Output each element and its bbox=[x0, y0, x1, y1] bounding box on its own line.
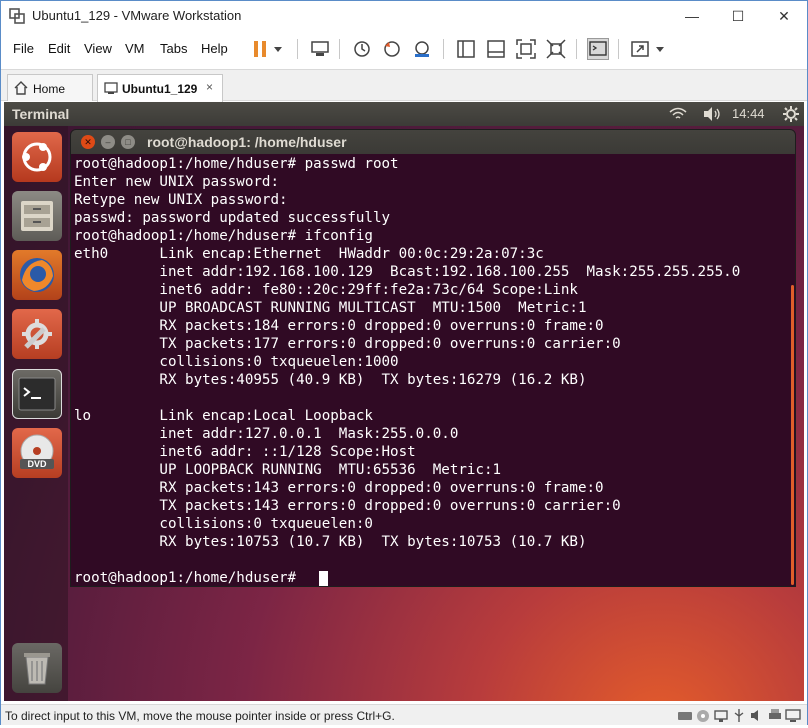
unity-icon[interactable] bbox=[545, 38, 567, 60]
console-view-icon[interactable] bbox=[455, 38, 477, 60]
close-icon[interactable]: ✕ bbox=[81, 135, 95, 149]
menu-file[interactable]: File bbox=[13, 41, 34, 56]
ubuntu-dash-icon[interactable] bbox=[12, 132, 62, 182]
terminal-line: inet addr:192.168.100.129 Bcast:192.168.… bbox=[74, 264, 741, 280]
terminal-titlebar[interactable]: ✕ – □ root@hadoop1: /home/hduser bbox=[71, 130, 795, 154]
menu-view[interactable]: View bbox=[84, 41, 112, 56]
terminal-line: TX packets:143 errors:0 dropped:0 overru… bbox=[74, 498, 621, 514]
cdrom-icon[interactable] bbox=[695, 708, 711, 723]
terminal-icon[interactable] bbox=[12, 369, 62, 419]
terminal-line: UP LOOPBACK RUNNING MTU:65536 Metric:1 bbox=[74, 462, 502, 478]
vmware-window: Ubuntu1_129 - VMware Workstation — ☐ ✕ F… bbox=[0, 0, 808, 725]
terminal-line: collisions:0 txqueuelen:0 bbox=[74, 516, 373, 532]
terminal-line: RX packets:143 errors:0 dropped:0 overru… bbox=[74, 480, 604, 496]
svg-text:DVD: DVD bbox=[27, 459, 47, 469]
dropdown-icon[interactable] bbox=[653, 38, 667, 60]
trash-icon[interactable] bbox=[12, 643, 62, 693]
terminal-line: root@hadoop1:/home/hduser# ifconfig bbox=[74, 228, 373, 244]
vm-display[interactable]: Terminal 14:44 DVD ✕ – □ root@hadoop1: /… bbox=[4, 102, 804, 701]
send-ctrl-alt-del-icon[interactable] bbox=[309, 38, 331, 60]
vm-icon bbox=[104, 81, 118, 98]
clock[interactable]: 14:44 bbox=[732, 106, 765, 121]
terminal-line: root@hadoop1:/home/hduser# passwd root bbox=[74, 156, 399, 172]
close-tab-icon[interactable]: × bbox=[206, 80, 213, 94]
volume-icon[interactable] bbox=[702, 105, 720, 123]
terminal-title: root@hadoop1: /home/hduser bbox=[147, 134, 347, 150]
maximize-button[interactable]: ☐ bbox=[715, 1, 761, 31]
snapshot-manager-icon[interactable] bbox=[411, 38, 433, 60]
active-app-title: Terminal bbox=[12, 106, 70, 122]
revert-snapshot-icon[interactable] bbox=[381, 38, 403, 60]
toolbar-separator bbox=[576, 39, 577, 59]
split-view-icon[interactable] bbox=[485, 38, 507, 60]
menu-help[interactable]: Help bbox=[201, 41, 228, 56]
ubuntu-top-panel: Terminal 14:44 bbox=[4, 102, 804, 126]
toolbar-separator bbox=[297, 39, 298, 59]
window-title: Ubuntu1_129 - VMware Workstation bbox=[32, 8, 242, 23]
maximize-icon[interactable]: □ bbox=[121, 135, 135, 149]
terminal-line: Retype new UNIX password: bbox=[74, 192, 288, 208]
pause-icon[interactable] bbox=[249, 38, 271, 60]
toolbar-separator bbox=[443, 39, 444, 59]
hdd-icon[interactable] bbox=[677, 708, 693, 723]
menubar: File Edit View VM Tabs Help bbox=[1, 33, 807, 63]
toolbar-separator bbox=[618, 39, 619, 59]
terminal-output[interactable]: root@hadoop1:/home/hduser# passwd root E… bbox=[74, 156, 789, 586]
menu-edit[interactable]: Edit bbox=[48, 41, 70, 56]
printer-icon[interactable] bbox=[767, 708, 783, 723]
terminal-line: eth0 Link encap:Ethernet HWaddr 00:0c:29… bbox=[74, 246, 544, 262]
network-icon[interactable] bbox=[713, 708, 729, 723]
firefox-icon[interactable] bbox=[12, 250, 62, 300]
terminal-line: RX packets:184 errors:0 dropped:0 overru… bbox=[74, 318, 604, 334]
dvd-icon[interactable]: DVD bbox=[12, 428, 62, 478]
status-message: To direct input to this VM, move the mou… bbox=[5, 709, 395, 723]
stretch-icon[interactable] bbox=[629, 38, 651, 60]
usb-icon[interactable] bbox=[731, 708, 747, 723]
tab-ubuntu1-129[interactable]: Ubuntu1_129 × bbox=[97, 74, 223, 102]
terminal-line: collisions:0 txqueuelen:1000 bbox=[74, 354, 399, 370]
terminal-line: inet addr:127.0.0.1 Mask:255.0.0.0 bbox=[74, 426, 459, 442]
terminal-line: inet6 addr: ::1/128 Scope:Host bbox=[74, 444, 416, 460]
settings-gear-icon[interactable] bbox=[782, 105, 800, 123]
tab-label: Home bbox=[33, 82, 66, 96]
text-cursor bbox=[319, 571, 328, 586]
fullscreen-icon[interactable] bbox=[515, 38, 537, 60]
terminal-line: RX bytes:40955 (40.9 KB) TX bytes:16279 … bbox=[74, 372, 587, 388]
terminal-line: lo Link encap:Local Loopback bbox=[74, 408, 373, 424]
terminal-line: UP BROADCAST RUNNING MULTICAST MTU:1500 … bbox=[74, 300, 587, 316]
terminal-line: inet6 addr: fe80::20c:29ff:fe2a:73c/64 S… bbox=[74, 282, 578, 298]
close-window-button[interactable]: ✕ bbox=[761, 1, 807, 31]
terminal-line: passwd: password updated successfully bbox=[74, 210, 391, 226]
sound-icon[interactable] bbox=[749, 708, 765, 723]
minimize-button[interactable]: — bbox=[669, 1, 715, 31]
menu-tabs[interactable]: Tabs bbox=[160, 41, 187, 56]
snapshot-icon[interactable] bbox=[351, 38, 373, 60]
terminal-icon[interactable] bbox=[587, 38, 609, 60]
menu-vm[interactable]: VM bbox=[125, 41, 145, 56]
system-settings-icon[interactable] bbox=[12, 309, 62, 359]
terminal-scrollbar[interactable] bbox=[791, 285, 794, 585]
toolbar-separator bbox=[339, 39, 340, 59]
tab-home[interactable]: Home bbox=[7, 74, 93, 101]
terminal-line: Enter new UNIX password: bbox=[74, 174, 279, 190]
unity-launcher: DVD bbox=[4, 126, 68, 701]
terminal-window[interactable]: ✕ – □ root@hadoop1: /home/hduser root@ha… bbox=[70, 129, 796, 587]
window-titlebar[interactable]: Ubuntu1_129 - VMware Workstation — ☐ ✕ bbox=[1, 1, 807, 31]
terminal-line: TX packets:177 errors:0 dropped:0 overru… bbox=[74, 336, 621, 352]
statusbar: To direct input to this VM, move the mou… bbox=[1, 704, 807, 725]
vmware-icon bbox=[9, 8, 25, 24]
files-icon[interactable] bbox=[12, 191, 62, 241]
dropdown-icon[interactable] bbox=[271, 38, 285, 60]
tab-label: Ubuntu1_129 bbox=[122, 82, 198, 96]
display-icon[interactable] bbox=[785, 708, 801, 723]
tab-bar: Home Ubuntu1_129 × bbox=[1, 69, 807, 102]
terminal-prompt-line: root@hadoop1:/home/hduser# bbox=[74, 570, 305, 586]
terminal-line: RX bytes:10753 (10.7 KB) TX bytes:10753 … bbox=[74, 534, 587, 550]
home-icon bbox=[14, 81, 28, 98]
minimize-icon[interactable]: – bbox=[101, 135, 115, 149]
wifi-icon[interactable] bbox=[668, 105, 687, 123]
